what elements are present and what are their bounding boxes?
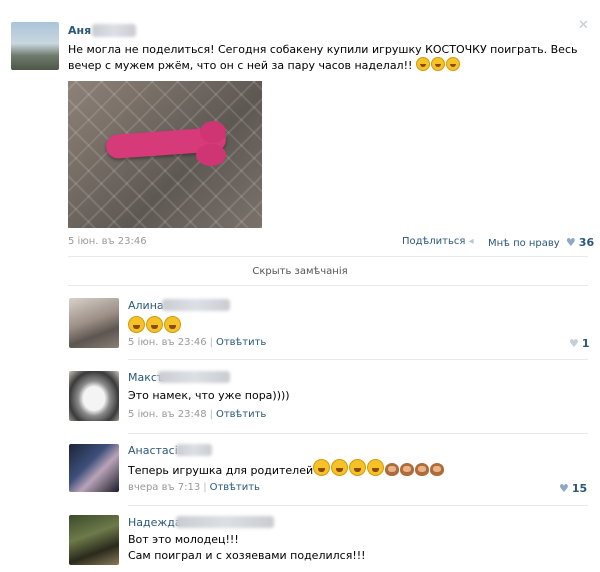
laughing-emoji-icon <box>445 57 460 71</box>
comment-text-row: Теперь игрушка для родителей <box>128 459 445 479</box>
commenter-name[interactable]: Надежда <box>128 516 182 529</box>
laughing-emoji-icon <box>146 316 163 333</box>
reply-link[interactable]: Отвѣтить <box>216 409 266 420</box>
name-blur <box>176 444 212 456</box>
separator: | <box>203 482 207 493</box>
megaphone-icon: ◂ <box>468 236 474 247</box>
comment-date[interactable]: 5 іюн. въ 23:46 <box>128 337 207 348</box>
author-name-blur <box>92 24 136 37</box>
laughing-emoji-icon <box>349 459 367 476</box>
heart-icon: ♥ <box>559 482 569 495</box>
comment-like-button[interactable]: ♥ 15 <box>556 482 587 495</box>
heart-icon: ♥ <box>565 236 576 249</box>
hide-comments-link[interactable]: Скрыть замѣчанія <box>0 266 600 277</box>
separator: | <box>209 409 213 420</box>
post-date[interactable]: 5 іюн. въ 23:46 <box>68 236 147 247</box>
commenter-avatar[interactable] <box>69 515 119 565</box>
toy-bone-knob <box>200 121 226 143</box>
laughing-emoji-icon <box>128 316 145 333</box>
name-blur <box>162 299 230 311</box>
wall-post: Аня ✕ Не могла не поделиться! Сегодня со… <box>0 0 600 572</box>
see-no-evil-monkey-icon <box>385 463 400 476</box>
see-no-evil-monkey-icon <box>415 463 430 476</box>
divider <box>68 285 588 286</box>
laughing-emoji-icon <box>430 57 445 71</box>
laughing-emoji-icon <box>367 459 385 476</box>
like-label: Мнѣ по нраву <box>488 238 560 249</box>
separator: | <box>209 337 213 348</box>
comment-meta: вчера въ 7:13 | Отвѣтить <box>128 482 260 493</box>
comment-text-line: Сам поиграл и с хозяевами поделился!!! <box>128 549 366 562</box>
divider <box>128 433 588 434</box>
post-text: Не могла не поделиться! Сегодня собакену… <box>68 42 578 73</box>
post-text-content: Не могла не поделиться! Сегодня собакену… <box>68 43 578 72</box>
commenter-avatar[interactable] <box>69 298 119 348</box>
comment-meta: 5 іюн. въ 23:46 | Отвѣтить <box>128 337 266 348</box>
comment-date[interactable]: 5 іюн. въ 23:48 <box>128 409 207 420</box>
divider <box>128 359 588 360</box>
comment-emoji-row <box>128 316 182 334</box>
post-author-name[interactable]: Аня <box>68 24 91 37</box>
commenter-avatar[interactable] <box>69 371 119 421</box>
laughing-emoji-icon <box>415 57 430 71</box>
toy-bone-knob <box>196 144 226 166</box>
laughing-emoji-icon <box>331 459 349 476</box>
name-blur <box>176 516 274 528</box>
reply-link[interactable]: Отвѣтить <box>216 337 266 348</box>
comment-like-count: 1 <box>581 337 590 350</box>
divider <box>68 256 588 257</box>
author-avatar[interactable] <box>11 22 59 70</box>
comment-date[interactable]: вчера въ 7:13 <box>128 482 200 493</box>
laughing-emoji-icon <box>164 316 181 333</box>
comment-text: Это намек, что уже пора)))) <box>128 389 290 402</box>
comment-text: Теперь игрушка для родителей <box>128 464 314 477</box>
see-no-evil-monkey-icon <box>400 463 415 476</box>
comment-like-count: 15 <box>571 482 588 495</box>
laughing-emoji-icon <box>313 459 331 476</box>
comment-meta: 5 іюн. въ 23:48 | Отвѣтить <box>128 409 266 420</box>
like-count: 36 <box>578 236 595 249</box>
commenter-avatar[interactable] <box>69 444 119 492</box>
divider <box>128 505 588 506</box>
share-button[interactable]: Подѣлиться ◂ <box>402 236 474 247</box>
close-icon[interactable]: ✕ <box>578 18 589 33</box>
share-label: Подѣлиться <box>402 236 466 247</box>
comment-like-button[interactable]: ♥ 1 <box>566 337 590 350</box>
see-no-evil-monkey-icon <box>430 463 445 476</box>
name-blur <box>158 371 230 383</box>
commenter-name[interactable]: Алина <box>128 299 164 312</box>
comment-text-line: Вот это молодец!!! <box>128 533 239 546</box>
heart-icon: ♥ <box>569 337 579 350</box>
reply-link[interactable]: Отвѣтить <box>210 482 260 493</box>
like-button[interactable]: Мнѣ по нраву ♥ 36 <box>488 236 594 249</box>
post-photo[interactable] <box>68 81 262 228</box>
